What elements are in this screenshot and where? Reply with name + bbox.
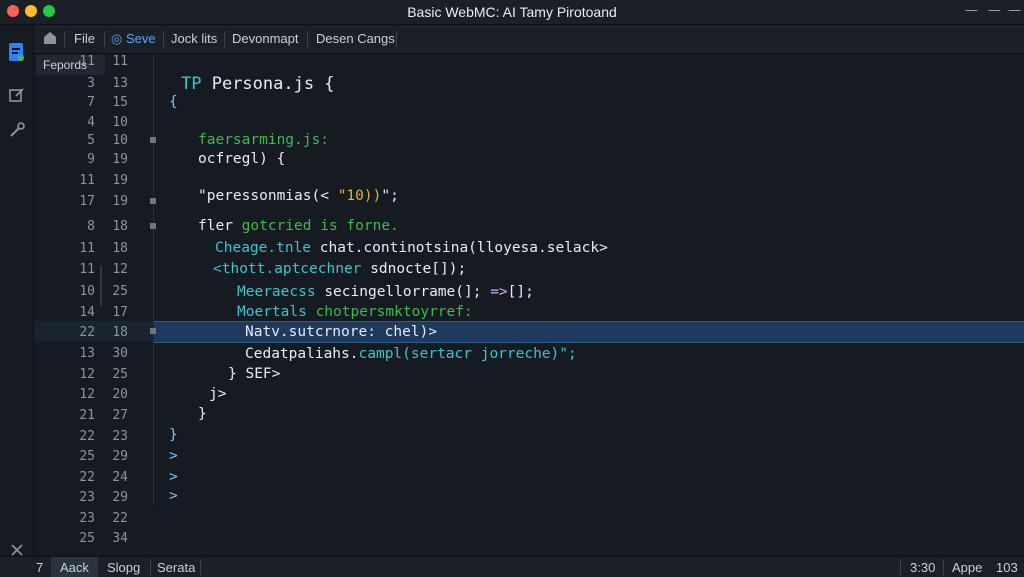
line-number: 18: [112, 325, 128, 340]
save-button[interactable]: ◎ Seve: [111, 31, 156, 47]
status-appe[interactable]: Appe: [952, 560, 982, 575]
window-title: Basic WebMC: AI Tamy Pirotoand: [407, 4, 617, 20]
line-number: 25: [112, 367, 128, 382]
line-number: 4: [87, 115, 95, 130]
line-number: 10: [112, 115, 128, 130]
line-number: 11: [112, 54, 128, 69]
line-number: 22: [79, 325, 95, 340]
line-number: 22: [112, 511, 128, 526]
title-bar: Basic WebMC: AI Tamy Pirotoand — — —: [0, 0, 1024, 25]
save-icon: ◎: [111, 31, 123, 46]
line-number: 18: [112, 219, 128, 234]
line-number: 3: [87, 76, 95, 91]
close-icon[interactable]: —: [1008, 3, 1021, 18]
toolbar-item-jock-lits[interactable]: Jock lits: [171, 31, 217, 46]
line-number: 10: [79, 284, 95, 299]
code-line: >: [169, 448, 178, 464]
line-number: 19: [112, 152, 128, 167]
line-number: 11: [79, 262, 95, 277]
line-number: 13: [112, 76, 128, 91]
minimize-icon[interactable]: —: [965, 3, 978, 18]
line-number: 23: [79, 511, 95, 526]
files-icon[interactable]: [7, 43, 27, 63]
status-bar: 7 Aack Slopg Serata 3:30 Appe 103: [0, 556, 1024, 577]
status-line-number: 7: [36, 560, 44, 575]
save-label: Seve: [125, 31, 156, 46]
line-number: 23: [79, 490, 95, 505]
file-menu[interactable]: File: [74, 31, 95, 46]
line-number: 23: [112, 429, 128, 444]
fold-marker[interactable]: [150, 198, 156, 204]
line-number: 27: [112, 408, 128, 423]
fold-marker[interactable]: [150, 328, 156, 334]
code-line: }: [198, 406, 207, 422]
activity-bar: [0, 25, 34, 556]
line-number: 15: [112, 95, 128, 110]
code-line: ocfregl) {: [198, 151, 286, 167]
code-line: {: [169, 94, 178, 110]
line-number: 11: [79, 241, 95, 256]
line-number: 14: [79, 305, 95, 320]
line-number: 34: [112, 531, 128, 546]
line-number: 7: [87, 95, 95, 110]
line-number: 29: [112, 490, 128, 505]
restore-icon[interactable]: —: [988, 3, 1001, 18]
line-number: 12: [112, 262, 128, 277]
status-time: 3:30: [910, 560, 936, 575]
line-number: 19: [112, 194, 128, 209]
code-line: Cedatpaliahs.campl(sertacr jorreche)";: [245, 346, 577, 362]
gutter-marker: [100, 266, 102, 306]
home-icon[interactable]: [43, 31, 57, 48]
line-number: 9: [87, 152, 95, 167]
line-number: 11: [79, 173, 95, 188]
line-number: 8: [87, 219, 95, 234]
code-line: Moertals chotpersmktoyrref:: [237, 304, 473, 320]
fold-marker[interactable]: [150, 223, 156, 229]
line-number: 21: [79, 408, 95, 423]
line-number: 12: [79, 387, 95, 402]
line-number: 19: [112, 173, 128, 188]
toolbar-item-devonmapt[interactable]: Devonmapt: [232, 31, 298, 46]
line-number: 11: [79, 54, 95, 69]
line-number: 10: [112, 133, 128, 148]
status-tab-serata[interactable]: Serata: [157, 560, 195, 575]
line-number: 18: [112, 241, 128, 256]
fold-marker[interactable]: [150, 137, 156, 143]
line-number: 12: [79, 367, 95, 382]
status-tab-slopg[interactable]: Slopg: [107, 560, 140, 575]
code-line: Meeraecss secingellorrame(]; =>[];: [237, 284, 534, 300]
fold-guide: [153, 55, 154, 505]
line-number: 17: [112, 305, 128, 320]
line-number: 25: [79, 449, 95, 464]
line-number: 22: [79, 470, 95, 485]
code-line: Natv.sutcrnore: chel)>: [245, 324, 438, 340]
code-line: <thott.aptcechner sdnocte[]);: [213, 261, 467, 277]
status-tab-aack[interactable]: Aack: [60, 560, 89, 575]
tools-icon[interactable]: [7, 120, 27, 140]
line-number: 30: [112, 346, 128, 361]
code-line: }: [169, 427, 178, 443]
line-number: 22: [79, 429, 95, 444]
code-line: faersarming.js:: [198, 132, 329, 148]
toolbar-item-desen-cangs[interactable]: Desen Cangs: [316, 31, 395, 46]
line-number: 25: [112, 284, 128, 299]
code-line: Cheage.tnle chat.continotsina(lloyesa.se…: [215, 240, 608, 256]
code-line: TP Persona.js {: [181, 74, 335, 94]
line-number: 29: [112, 449, 128, 464]
status-count: 103: [996, 560, 1018, 575]
line-number: 13: [79, 346, 95, 361]
code-line: fler gotcried is forne.: [198, 218, 399, 234]
line-number: 17: [79, 194, 95, 209]
line-number: 20: [112, 387, 128, 402]
code-line: >: [169, 469, 178, 485]
line-number: 25: [79, 531, 95, 546]
code-line: >: [169, 488, 178, 504]
edit-icon[interactable]: [7, 85, 27, 105]
line-number: 24: [112, 470, 128, 485]
code-line: j>: [209, 386, 227, 402]
code-line: } SEF>: [228, 366, 281, 382]
toolbar: File ◎ Seve Jock lits Devonmapt Desen Ca…: [34, 25, 1024, 54]
line-number: 5: [87, 133, 95, 148]
code-line: "peressonmias(< "10))";: [198, 188, 399, 204]
